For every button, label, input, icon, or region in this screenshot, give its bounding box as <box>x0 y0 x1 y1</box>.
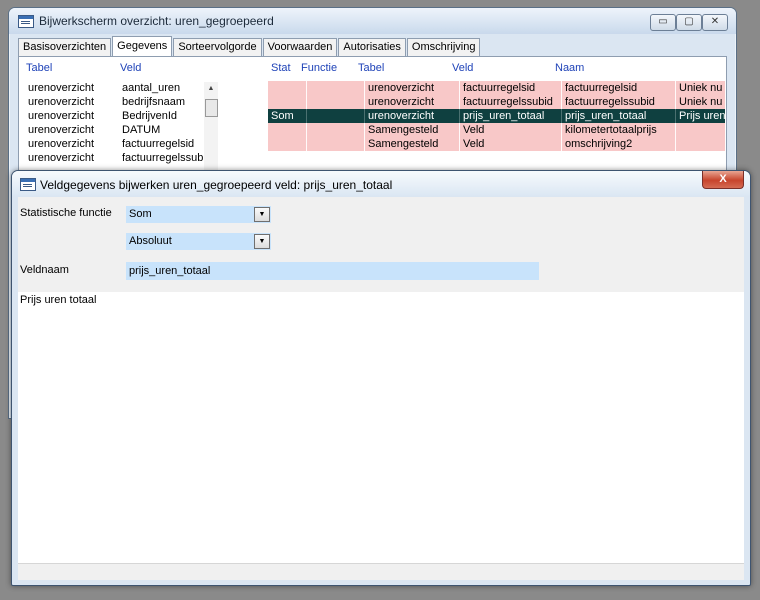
stat-function-label: Statistische functie <box>20 207 112 219</box>
form-icon <box>20 178 36 191</box>
tab-gegevens[interactable]: Gegevens <box>112 36 173 56</box>
dialog-close-button[interactable]: X <box>702 171 744 189</box>
scroll-up-icon[interactable]: ▲ <box>204 82 218 96</box>
field-list-header-veld: Veld <box>120 62 142 74</box>
grid-header-tabel: Tabel <box>358 62 385 74</box>
list-item[interactable]: urenoverzicht bedrijfsnaam <box>23 95 231 109</box>
field-list-scrollbar[interactable]: ▲ <box>204 82 218 178</box>
mode-value: Absoluut <box>129 235 172 247</box>
table-row[interactable]: Samengesteld Veld kilometertotaalprijs <box>268 123 725 137</box>
table-row[interactable]: urenoverzicht factuurregelsid factuurreg… <box>268 81 725 95</box>
list-item[interactable]: urenoverzicht aantal_uren <box>23 81 231 95</box>
field-list[interactable]: urenoverzicht aantal_uren urenoverzicht be… <box>23 81 231 165</box>
overview-titlebar[interactable]: Bijwerkscherm overzicht: uren_gegroepeer… <box>9 8 736 34</box>
list-item[interactable]: urenoverzicht DATUM <box>23 123 231 137</box>
table-row[interactable]: urenoverzicht factuurregelssubid factuur… <box>268 95 725 109</box>
grid-header-naam: Naam <box>555 62 585 74</box>
field-list-header-tabel: Tabel <box>26 62 53 74</box>
chevron-down-icon[interactable]: ▼ <box>254 234 270 249</box>
selected-fields-grid: urenoverzicht factuurregelsid factuurreg… <box>268 81 725 151</box>
mode-select[interactable]: Absoluut ▼ <box>126 233 271 250</box>
grid-header-veld: Veld <box>452 62 474 74</box>
table-row[interactable]: Samengesteld Veld omschrijving2 <box>268 137 725 151</box>
dialog-form-area: Statistische functie Som ▼ Absoluut ▼ Ve… <box>18 197 744 292</box>
dialog-titlebar[interactable]: Veldgegevens bijwerken uren_gegroepeerd … <box>12 171 750 196</box>
fieldname-input[interactable]: prijs_uren_totaal <box>126 262 539 280</box>
overview-title: Bijwerkscherm overzicht: uren_gegroepeer… <box>39 14 274 28</box>
minimize-button[interactable]: ▭ <box>650 14 676 31</box>
dialog-title: Veldgegevens bijwerken uren_gegroepeerd … <box>40 178 393 192</box>
list-item[interactable]: urenoverzicht factuurregelsid <box>23 137 231 151</box>
fieldname-value: prijs_uren_totaal <box>129 265 211 277</box>
description-text: Prijs uren totaal <box>20 294 97 306</box>
tab-strip: Basisoverzichten Gegevens Sorteervolgord… <box>18 36 481 56</box>
field-edit-dialog: Veldgegevens bijwerken uren_gegroepeerd … <box>11 170 751 586</box>
description-area[interactable]: Prijs uren totaal <box>18 292 744 563</box>
fieldname-label: Veldnaam <box>20 264 69 276</box>
tab-omschrijving[interactable]: Omschrijving <box>406 38 481 56</box>
list-item[interactable]: urenoverzicht BedrijvenId <box>23 109 231 123</box>
list-item[interactable]: urenoverzicht factuurregelssubi <box>23 151 231 165</box>
tab-basisoverzichten[interactable]: Basisoverzichten <box>18 38 112 56</box>
tab-sorteervolgorde[interactable]: Sorteervolgorde <box>173 38 262 56</box>
chevron-down-icon[interactable]: ▼ <box>254 207 270 222</box>
status-bar <box>18 563 744 580</box>
maximize-button[interactable]: ▢ <box>676 14 702 31</box>
grid-header-functie: Functie <box>301 62 338 74</box>
stat-function-select[interactable]: Som ▼ <box>126 206 271 223</box>
scroll-thumb[interactable] <box>205 99 218 117</box>
form-icon <box>18 15 34 28</box>
tab-autorisaties[interactable]: Autorisaties <box>338 38 406 56</box>
tab-voorwaarden[interactable]: Voorwaarden <box>262 38 338 56</box>
table-row-selected[interactable]: Som urenoverzicht prijs_uren_totaal prij… <box>268 109 725 123</box>
close-button[interactable]: ✕ <box>702 14 728 31</box>
grid-header-stat: Stat <box>271 62 291 74</box>
stat-function-value: Som <box>129 208 152 220</box>
